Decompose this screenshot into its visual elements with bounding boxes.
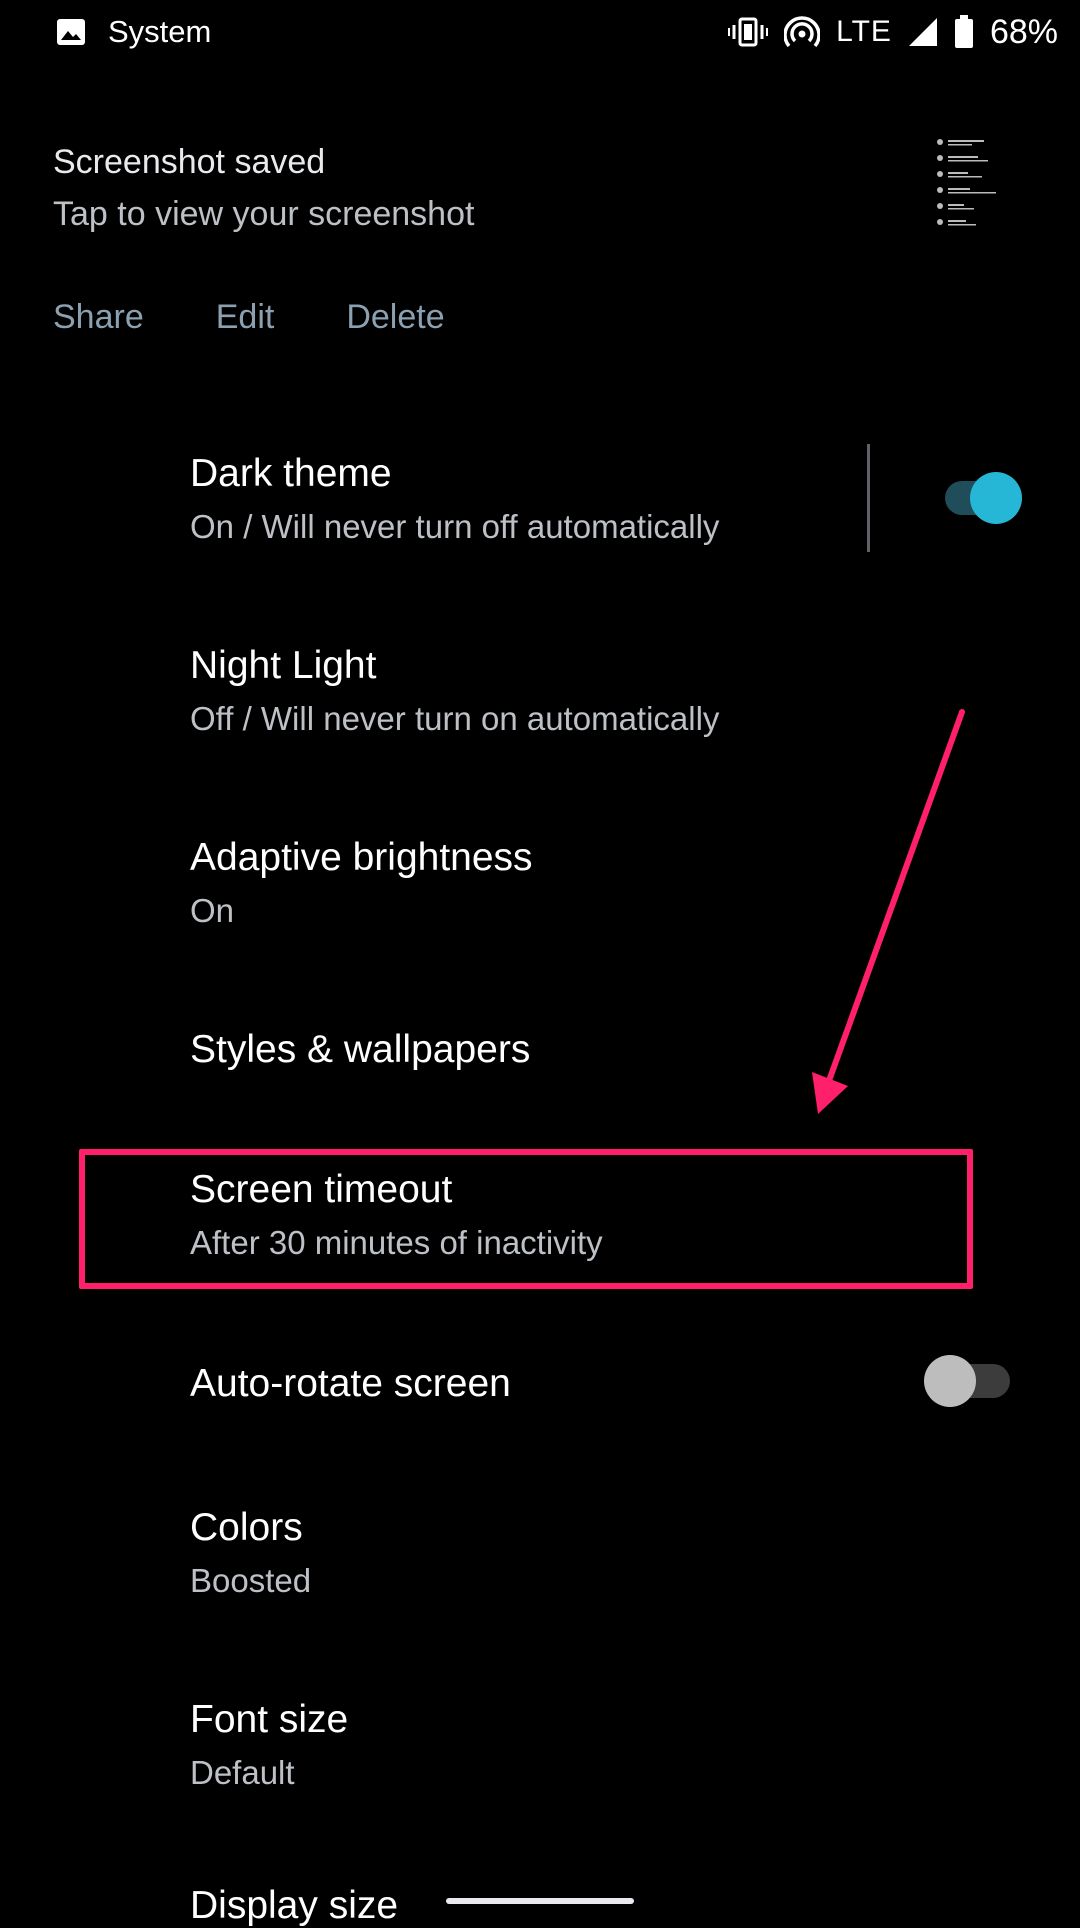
status-bar: System LTE 68%: [0, 0, 1080, 64]
setting-adaptive-brightness[interactable]: Adaptive brightness On: [0, 804, 1080, 954]
setting-title: Auto-rotate screen: [190, 1362, 511, 1405]
network-type: LTE: [836, 15, 892, 48]
setting-colors[interactable]: Colors Boosted: [0, 1474, 1080, 1624]
setting-title: Adaptive brightness: [190, 836, 533, 879]
setting-title: Dark theme: [190, 452, 392, 495]
notification-actions: Share Edit Delete: [53, 298, 517, 337]
annotation-arrow: [812, 709, 965, 1114]
highlight-box: [79, 1149, 973, 1289]
setting-title: Styles & wallpapers: [190, 1028, 531, 1071]
vertical-divider: [867, 444, 870, 552]
dark-theme-toggle[interactable]: [945, 472, 1030, 524]
setting-auto-rotate[interactable]: Auto-rotate screen: [0, 1330, 1080, 1440]
status-app-name: System: [108, 14, 212, 49]
setting-title: Night Light: [190, 644, 377, 687]
setting-summary: Default: [190, 1754, 295, 1791]
battery-percent: 68%: [989, 12, 1058, 51]
battery-icon: [954, 15, 973, 48]
setting-title: Font size: [190, 1698, 349, 1741]
delete-button[interactable]: Delete: [346, 298, 444, 337]
notification-text: Tap to view your screenshot: [53, 195, 475, 233]
setting-night-light[interactable]: Night Light Off / Will never turn on aut…: [0, 612, 1080, 762]
vibrate-icon: [728, 17, 769, 47]
setting-summary: Off / Will never turn on automatically: [190, 700, 720, 737]
signal-icon: [908, 18, 937, 46]
image-icon: [57, 19, 85, 45]
setting-summary: Boosted: [190, 1562, 312, 1599]
notification-title: Screenshot saved: [53, 143, 326, 181]
setting-title: Colors: [190, 1506, 303, 1549]
auto-rotate-toggle[interactable]: [924, 1355, 1010, 1407]
setting-title: Display size: [190, 1884, 399, 1927]
hotspot-icon: [784, 16, 821, 48]
setting-display-size[interactable]: Display size: [0, 1858, 1080, 1927]
share-button[interactable]: Share: [53, 298, 144, 337]
edit-button[interactable]: Edit: [216, 298, 275, 337]
setting-summary: On: [190, 892, 235, 929]
setting-font-size[interactable]: Font size Default: [0, 1666, 1080, 1816]
screenshot-thumbnail[interactable]: [926, 130, 1016, 240]
setting-styles-wallpapers[interactable]: Styles & wallpapers: [0, 996, 1080, 1106]
setting-summary: On / Will never turn off automatically: [190, 508, 720, 545]
setting-dark-theme[interactable]: Dark theme On / Will never turn off auto…: [0, 420, 1080, 570]
gesture-nav-handle[interactable]: [446, 1898, 634, 1904]
